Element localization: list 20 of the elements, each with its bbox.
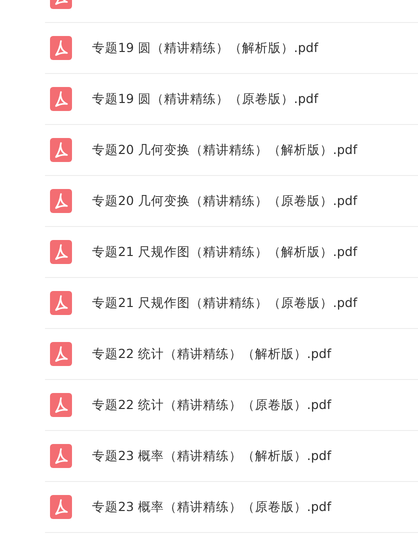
- file-name[interactable]: 专题21 尺规作图（精讲精练）（原卷版）.pdf: [92, 294, 358, 312]
- file-name[interactable]: 专题22 统计（精讲精练）（原卷版）.pdf: [92, 396, 332, 414]
- file-name[interactable]: 专题19 圆（精讲精练）（解析版）.pdf: [92, 38, 318, 58]
- file-name[interactable]: 专题20 几何变换（精讲精练）（原卷版）.pdf: [92, 192, 358, 210]
- pdf-icon: [50, 138, 72, 162]
- pdf-icon: [50, 495, 72, 519]
- file-name[interactable]: 专题22 统计（精讲精练）（解析版）.pdf: [92, 344, 332, 364]
- pdf-icon: [50, 36, 72, 60]
- pdf-icon: [50, 444, 72, 468]
- pdf-icon: [50, 240, 72, 264]
- file-name[interactable]: 专题23 概率（精讲精练）（原卷版）.pdf: [92, 498, 332, 516]
- pdf-icon: [50, 291, 72, 315]
- pdf-icon: [50, 393, 72, 417]
- pdf-icon: [50, 342, 72, 366]
- file-name[interactable]: 专题20 几何变换（精讲精练）（解析版）.pdf: [92, 140, 358, 160]
- pdf-icon: [50, 87, 72, 111]
- file-name[interactable]: 专题21 尺规作图（精讲精练）（解析版）.pdf: [92, 242, 358, 262]
- pdf-icon: [50, 189, 72, 213]
- file-name[interactable]: 专题19 圆（精讲精练）（原卷版）.pdf: [92, 90, 318, 108]
- file-name[interactable]: 专题23 概率（精讲精练）（解析版）.pdf: [92, 446, 332, 466]
